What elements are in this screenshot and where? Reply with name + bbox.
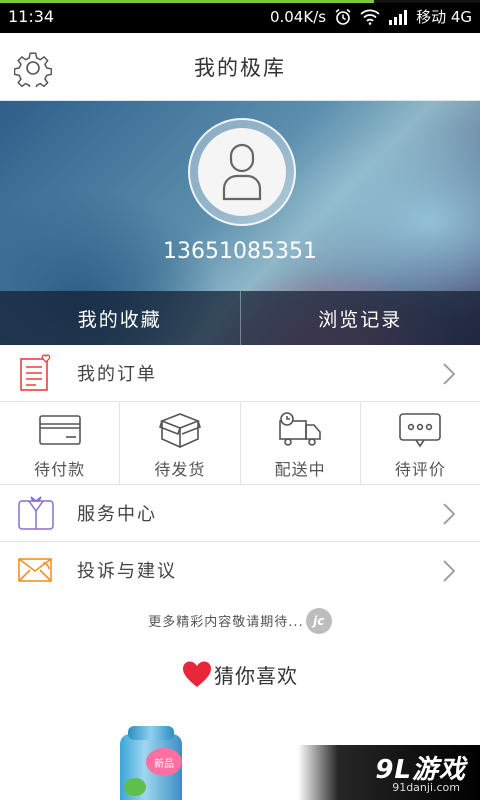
status-delivering[interactable]: 配送中 bbox=[241, 402, 361, 484]
status-pending-shipment[interactable]: 待发货 bbox=[120, 402, 241, 484]
avatar[interactable] bbox=[198, 128, 286, 216]
page-title: 我的极库 bbox=[194, 55, 286, 80]
heart-icon bbox=[183, 661, 211, 687]
chevron-right-icon bbox=[443, 363, 456, 385]
profile-tabs: 我的收藏 浏览记录 bbox=[0, 291, 480, 345]
truck-icon bbox=[278, 410, 322, 450]
watermark: 9L游戏 91danji.com bbox=[298, 745, 480, 800]
envelope-icon bbox=[17, 551, 55, 589]
product-cap bbox=[128, 726, 174, 740]
status-pending-payment[interactable]: 待付款 bbox=[0, 402, 121, 484]
user-phone: 13651085351 bbox=[163, 239, 317, 264]
carrier-label: 移动 4G bbox=[416, 8, 472, 26]
status-label: 待发货 bbox=[154, 460, 206, 479]
service-center-label: 服务中心 bbox=[77, 504, 157, 525]
user-icon bbox=[222, 143, 262, 201]
watermark-url: 91danji.com bbox=[392, 781, 460, 794]
order-list-icon bbox=[17, 354, 55, 392]
status-label: 配送中 bbox=[274, 460, 326, 479]
alarm-icon bbox=[334, 8, 352, 26]
my-orders-label: 我的订单 bbox=[77, 364, 157, 385]
status-pending-review[interactable]: 待评价 bbox=[361, 402, 480, 484]
signal-icon bbox=[388, 9, 408, 25]
status-progress bbox=[0, 0, 480, 3]
chevron-right-icon bbox=[443, 503, 456, 525]
service-center-row[interactable]: 服务中心 bbox=[0, 485, 480, 542]
page-header: 我的极库 bbox=[0, 33, 480, 101]
recommend-title: 猜你喜欢 bbox=[214, 663, 298, 688]
wifi-icon bbox=[360, 9, 380, 25]
product-leaf bbox=[124, 778, 146, 796]
history-button[interactable]: 浏览记录 bbox=[241, 291, 480, 345]
more-coming-text: 更多精彩内容敬请期待... bbox=[148, 615, 304, 630]
product-thumbnail[interactable]: 新品 bbox=[106, 726, 186, 800]
network-speed: 0.04K/s bbox=[269, 7, 327, 26]
status-bar: 11:34 0.04K/s 移动 4G bbox=[0, 0, 480, 33]
service-icon bbox=[17, 494, 55, 532]
feedback-row[interactable]: 投诉与建议 bbox=[0, 542, 480, 599]
gear-icon bbox=[13, 52, 53, 91]
new-product-tag: 新品 bbox=[146, 748, 182, 776]
feedback-label: 投诉与建议 bbox=[77, 561, 177, 582]
order-status-grid: 待付款 待发货 配送中 待评价 bbox=[0, 402, 480, 485]
chevron-right-icon bbox=[443, 560, 456, 582]
comment-icon bbox=[398, 410, 442, 450]
profile-banner: 13651085351 我的收藏 浏览记录 bbox=[0, 101, 480, 345]
box-icon bbox=[158, 410, 202, 450]
card-icon bbox=[38, 410, 82, 450]
status-label: 待评价 bbox=[394, 460, 446, 479]
my-orders-row[interactable]: 我的订单 bbox=[0, 345, 480, 402]
jc-logo: jc bbox=[305, 607, 332, 634]
avatar-ring bbox=[188, 118, 296, 226]
status-time: 11:34 bbox=[8, 7, 55, 26]
recommend-header: 猜你喜欢 bbox=[0, 656, 480, 692]
settings-button[interactable] bbox=[13, 49, 53, 91]
favorites-button[interactable]: 我的收藏 bbox=[0, 291, 240, 345]
status-label: 待付款 bbox=[34, 460, 86, 479]
more-coming-banner: 更多精彩内容敬请期待... jc bbox=[0, 598, 480, 643]
